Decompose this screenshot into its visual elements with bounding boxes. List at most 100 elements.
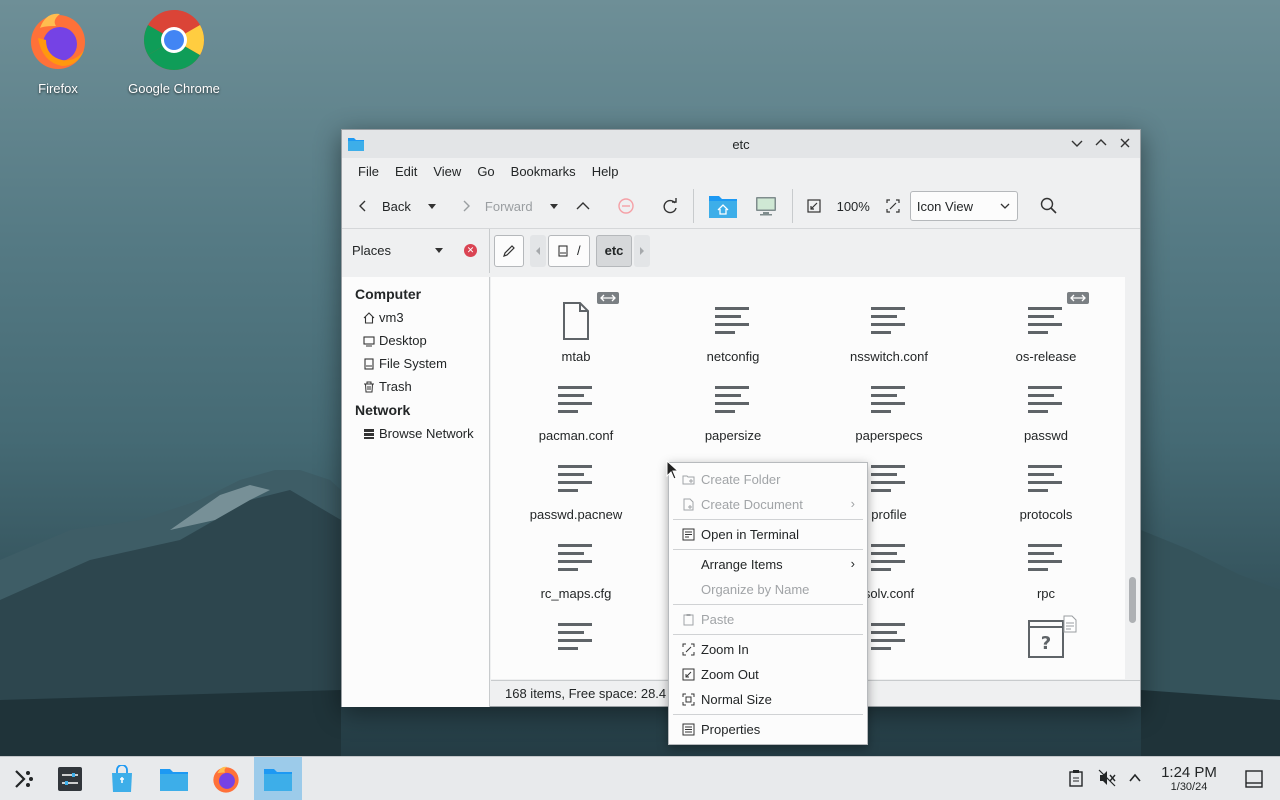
menu-item-label: Properties [701,722,761,737]
zoom-out-button[interactable] [801,191,827,221]
stop-button[interactable] [611,191,641,221]
sidebar-group-computer: Computer [355,286,422,302]
menu-item-zoom-out[interactable]: Zoom Out [669,662,867,687]
file-item[interactable]: passwd.pacnew [501,457,651,522]
digital-clock[interactable]: 1:24 PM 1/30/24 [1152,764,1226,793]
sidebar-item-label: Trash [379,379,412,394]
menu-view[interactable]: View [425,164,469,179]
file-item-partial[interactable]: ? [971,615,1121,665]
search-button[interactable] [1034,191,1064,221]
forward-button[interactable]: Forward [453,191,539,221]
menu-bookmarks[interactable]: Bookmarks [503,164,584,179]
vertical-scrollbar[interactable] [1125,277,1140,679]
menu-go[interactable]: Go [469,164,502,179]
path-bar: / etc [490,234,651,267]
file-item[interactable]: papersize [658,378,808,443]
menu-item-paste[interactable]: Paste [669,607,867,632]
path-crumb-root[interactable]: / [548,234,590,267]
sidebar-item-browse-network[interactable]: Browse Network [342,422,489,445]
application-launcher[interactable] [0,757,48,800]
desktop-icon-google-chrome[interactable]: Google Chrome [119,8,229,96]
text-file-icon [558,386,592,413]
file-item[interactable]: rpc [971,536,1121,601]
chevron-right-icon: › [850,496,855,511]
close-pane-icon[interactable]: ✕ [464,243,477,257]
sidebar-item-trash[interactable]: Trash [342,375,489,398]
title-bar[interactable]: etc [342,130,1140,158]
path-current-label: etc [604,243,624,258]
menu-item-organize-by-name[interactable]: Organize by Name [669,577,867,602]
menu-item-label: Organize by Name [701,582,810,597]
task-discover[interactable] [98,757,146,800]
menu-help[interactable]: Help [584,164,627,179]
reload-button[interactable] [655,191,685,221]
back-history-dropdown[interactable] [421,191,443,221]
triangle-down-icon [427,204,436,209]
menu-item-arrange-items[interactable]: Arrange Items › [669,552,867,577]
menu-file[interactable]: File [350,164,387,179]
menu-item-zoom-in[interactable]: Zoom In [669,637,867,662]
chevron-up-icon[interactable] [1128,772,1142,784]
file-item[interactable]: nsswitch.conf [814,299,964,364]
computer-button[interactable] [748,191,784,221]
file-item[interactable]: pacman.conf [501,378,651,443]
path-root-label: / [577,243,581,258]
folder-icon [264,769,292,791]
path-scroll-left[interactable] [530,234,546,267]
minimize-button[interactable] [1068,134,1086,152]
unknown-file-icon: ? [1028,620,1064,658]
file-item[interactable]: protocols [971,457,1121,522]
menu-item-open-in-terminal[interactable]: Open in Terminal [669,522,867,547]
places-header[interactable]: Places ✕ [342,228,490,273]
menu-item-create-folder[interactable]: Create Folder [669,467,867,492]
clipboard-icon[interactable] [1068,769,1084,787]
drive-icon [364,357,374,370]
blank-file-icon [563,302,589,340]
edit-path-button[interactable] [494,234,524,267]
file-item[interactable]: mtab [501,292,651,364]
back-button[interactable]: Back [350,191,417,221]
chrome-icon [143,9,205,71]
menu-edit[interactable]: Edit [387,164,425,179]
menu-item-properties[interactable]: Properties [669,717,867,742]
menu-item-create-document[interactable]: Create Document › [669,492,867,517]
sidebar-item-desktop[interactable]: Desktop [342,329,489,352]
home-button[interactable] [702,191,744,221]
task-system-settings[interactable] [46,757,94,800]
view-mode-select[interactable]: Icon View [909,191,1018,221]
svg-text:?: ? [1041,633,1051,654]
chevron-down-icon [1000,203,1010,209]
file-name: papersize [704,428,762,443]
shopping-bag-icon [112,765,132,792]
sidebar-item-vm3[interactable]: vm3 [342,306,489,329]
menu-item-normal-size[interactable]: Normal Size [669,687,867,712]
scrollbar-thumb[interactable] [1129,577,1136,623]
file-preview-icon [1063,615,1077,636]
file-item[interactable]: rc_maps.cfg [501,536,651,601]
text-file-icon [1028,465,1062,492]
file-item-partial[interactable] [501,615,651,665]
task-firefox[interactable] [202,757,250,800]
file-name: netconfig [706,349,760,364]
path-scroll-right[interactable] [634,234,651,267]
path-crumb-etc[interactable]: etc [595,234,633,267]
clock-time: 1:24 PM [1161,764,1217,781]
sidebar-item-file-system[interactable]: File System [342,352,489,375]
desktop-icon-label: Firefox [38,81,78,96]
forward-history-dropdown[interactable] [543,191,565,221]
close-button[interactable] [1116,134,1134,152]
show-desktop-icon[interactable] [1245,770,1263,788]
maximize-button[interactable] [1092,134,1110,152]
file-item[interactable]: passwd [971,378,1121,443]
task-file-manager-active[interactable] [254,757,302,800]
file-item[interactable]: paperspecs [814,378,964,443]
file-item[interactable]: os-release [971,292,1121,364]
settings-icon [58,767,82,791]
task-dolphin[interactable] [150,757,198,800]
up-button[interactable] [569,191,597,221]
desktop-icon-firefox[interactable]: Firefox [3,8,113,96]
file-item[interactable]: netconfig [658,299,808,364]
zoom-in-button[interactable] [880,191,906,221]
volume-muted-icon[interactable] [1098,769,1116,787]
file-name: os-release [1015,349,1077,364]
